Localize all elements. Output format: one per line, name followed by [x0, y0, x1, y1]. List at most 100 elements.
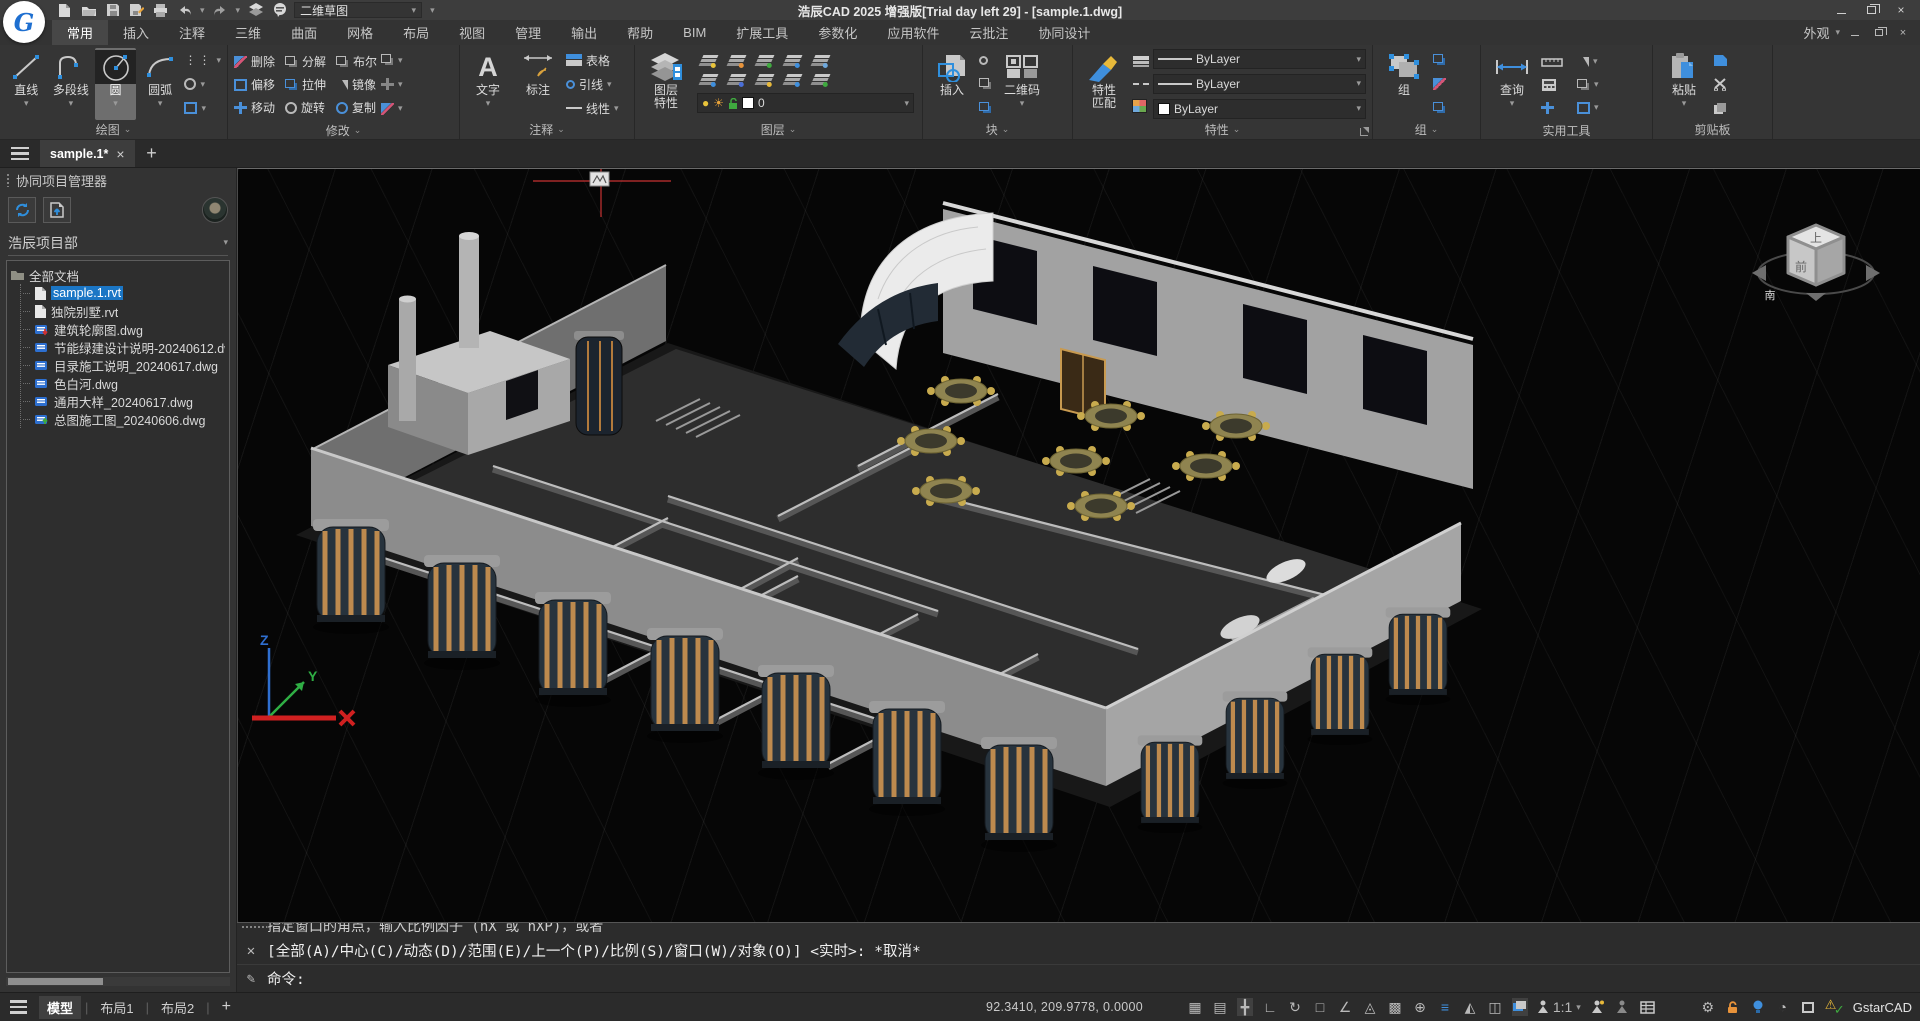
selection-cycling-icon[interactable]: ◭: [1462, 998, 1478, 1016]
command-line-panel[interactable]: 指定窗口的角点，输入比例因子 (nX 或 nXP)，或者 ✕ [全部(A)/中心…: [237, 922, 1920, 992]
block-edit-icon[interactable]: [979, 78, 989, 87]
layer-swap-icon[interactable]: [783, 55, 803, 66]
copy-button[interactable]: 复制: [336, 96, 377, 119]
annotation-auto-scale-icon[interactable]: [1590, 998, 1606, 1016]
insert-button[interactable]: 插入: [929, 48, 975, 120]
mirror-button[interactable]: 镜像: [336, 73, 377, 96]
panel-label-utilities[interactable]: 实用工具: [1481, 121, 1652, 139]
model-tab[interactable]: 模型: [39, 996, 81, 1019]
fillet-icon[interactable]: [381, 54, 391, 63]
tab-close-icon[interactable]: ×: [116, 146, 124, 162]
arc-button[interactable]: 圆弧 ▾: [140, 48, 181, 120]
redo-icon[interactable]: [212, 3, 229, 18]
object-snap-icon[interactable]: □: [1312, 998, 1328, 1016]
isolate-objects-icon[interactable]: ◫: [1487, 998, 1503, 1016]
restore-button[interactable]: [1858, 2, 1884, 18]
ellipse-icon[interactable]: [184, 78, 196, 90]
redo-dropdown-icon[interactable]: ▾: [236, 5, 241, 16]
color-select[interactable]: ByLayer▾: [1153, 99, 1366, 119]
layer-select[interactable]: ● ☀ 0 ▾: [697, 93, 914, 113]
upload-file-button[interactable]: [43, 197, 71, 223]
measure-button[interactable]: 查询 ▾: [1487, 48, 1537, 121]
copy-clip-icon[interactable]: [1713, 102, 1728, 115]
tree-file-villa[interactable]: 独院别墅.rvt: [23, 302, 225, 320]
tab-parametric[interactable]: 参数化: [803, 20, 872, 45]
chevron-down-icon[interactable]: ▾: [1594, 102, 1599, 113]
layer-isolate-icon[interactable]: [811, 55, 831, 66]
stretch-button[interactable]: 拉伸: [285, 73, 326, 96]
erase-button[interactable]: 删除: [234, 50, 275, 73]
layer-properties-button[interactable]: 图层特性: [641, 48, 691, 120]
settings-gear-icon[interactable]: ⚙: [1700, 998, 1716, 1016]
command-input-row[interactable]: ✎ 命令:: [237, 965, 1920, 992]
chevron-down-icon[interactable]: ▾: [398, 103, 403, 114]
chevron-down-icon[interactable]: ▾: [398, 79, 403, 90]
hardware-acceleration-icon[interactable]: [1750, 998, 1766, 1016]
quick-properties-icon[interactable]: [1640, 998, 1656, 1016]
tab-surface[interactable]: 曲面: [276, 20, 332, 45]
panel-label-group[interactable]: 组⌄: [1373, 120, 1480, 139]
tab-output[interactable]: 输出: [556, 20, 612, 45]
break-icon[interactable]: [381, 103, 394, 115]
layers-stack-icon[interactable]: [247, 3, 264, 18]
layer-freeze-icon[interactable]: [727, 55, 747, 66]
chevron-down-icon[interactable]: ▾: [1594, 79, 1599, 90]
offset-button[interactable]: 偏移: [234, 73, 275, 96]
ruler-icon[interactable]: [1541, 57, 1563, 67]
app-logo-icon[interactable]: G: [3, 1, 45, 43]
new-layout-button[interactable]: +: [214, 998, 239, 1016]
document-tab-active[interactable]: sample.1* ×: [40, 140, 135, 167]
status-menu-icon[interactable]: [10, 1000, 27, 1014]
new-document-tab-button[interactable]: +: [135, 140, 169, 167]
tree-file-sample1[interactable]: sample.1.rvt: [23, 284, 225, 302]
snap-3d-icon[interactable]: ◬: [1362, 998, 1378, 1016]
sidebar-horizontal-scrollbar[interactable]: [6, 977, 230, 986]
angle-snap-icon[interactable]: ∠: [1337, 998, 1353, 1016]
layer-point-icon[interactable]: [699, 74, 719, 85]
print-icon[interactable]: [152, 3, 169, 18]
open-folder-icon[interactable]: [80, 3, 97, 18]
undo-dropdown-icon[interactable]: ▾: [200, 5, 205, 16]
color-grid-icon[interactable]: [1133, 100, 1146, 112]
comment-bubble-icon[interactable]: [271, 3, 288, 18]
panel-label-layers[interactable]: 图层⌄: [635, 120, 922, 139]
layer-lock-icon[interactable]: [755, 74, 775, 85]
lineweight-icon[interactable]: [1133, 56, 1149, 68]
point-icon[interactable]: [1541, 102, 1554, 114]
tab-home[interactable]: 常用: [52, 20, 108, 45]
tree-file-sebaihe[interactable]: 色白河.dwg: [23, 374, 225, 392]
leader-button[interactable]: 引线▾: [566, 73, 619, 96]
polar-tracking-icon[interactable]: ↻: [1287, 998, 1303, 1016]
panel-label-modify[interactable]: 修改⌄: [228, 121, 459, 139]
paste-button[interactable]: 粘贴 ▾: [1659, 48, 1709, 120]
chevron-down-icon[interactable]: ▾: [201, 103, 206, 114]
boolean-button[interactable]: 布尔: [336, 50, 377, 73]
tab-annotate[interactable]: 注释: [164, 20, 220, 45]
project-select[interactable]: 浩辰项目部 ▾: [8, 230, 228, 256]
id-point-icon[interactable]: [1577, 79, 1587, 88]
panel-drag-handle[interactable]: [6, 173, 10, 187]
panel-label-draw[interactable]: 绘图⌄: [0, 120, 227, 139]
save-icon[interactable]: [104, 3, 121, 18]
doc-close-button[interactable]: ×: [1894, 26, 1912, 40]
panel-label-properties[interactable]: 特性⌄: [1073, 120, 1372, 139]
copy-with-base-icon[interactable]: [1713, 54, 1728, 67]
doc-restore-button[interactable]: [1870, 26, 1888, 40]
dialog-launcher-icon[interactable]: [1360, 128, 1368, 136]
hatch-icon[interactable]: [184, 102, 197, 114]
clean-screen-icon[interactable]: [1800, 998, 1816, 1016]
lineweight-select[interactable]: ByLayer▾: [1153, 49, 1366, 69]
cut-icon[interactable]: [1713, 78, 1727, 91]
tab-collaboration[interactable]: 协同设计: [1023, 20, 1105, 45]
chevron-down-icon[interactable]: ▾: [1593, 56, 1598, 67]
line-button[interactable]: 直线 ▾: [6, 48, 47, 120]
annotation-scale-button[interactable]: 1:1 ▾: [1537, 998, 1581, 1016]
user-avatar[interactable]: [202, 197, 228, 223]
drawing-viewport[interactable]: 上 前 南 Z Y: [237, 168, 1920, 922]
tab-express[interactable]: 扩展工具: [721, 20, 803, 45]
calculator-icon[interactable]: [1541, 78, 1557, 92]
viewcube[interactable]: 上 前 南: [1752, 225, 1880, 302]
linear-button[interactable]: 线性▾: [566, 97, 619, 120]
command-cancel-icon[interactable]: ✕: [241, 943, 261, 959]
layer-match-icon[interactable]: [811, 74, 831, 85]
